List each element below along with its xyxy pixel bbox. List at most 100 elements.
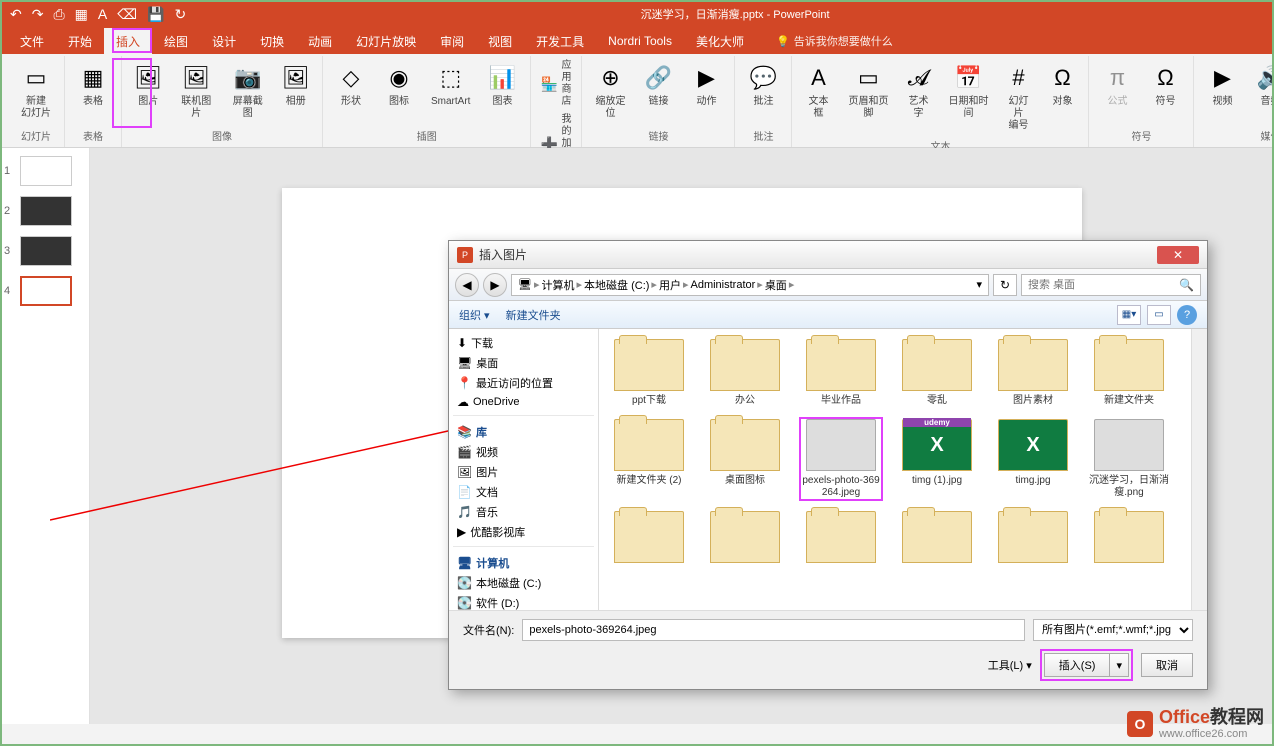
tree-item[interactable]: 🎬视频 [453,442,594,462]
tree-item[interactable]: ⬇下载 [453,333,594,353]
tree-item[interactable]: 📄文档 [453,482,594,502]
tree-header[interactable]: 🖥计算机 [453,553,594,573]
insert-dropdown-button[interactable]: ▾ [1109,653,1129,677]
file-item[interactable]: 沉迷学习，日渐消瘦.png [1087,417,1171,501]
ribbon-button[interactable]: #幻灯片编号 [998,58,1038,136]
tree-item[interactable]: ☁OneDrive [453,393,594,411]
grid-icon[interactable]: ▦ [75,6,88,23]
tree-item[interactable]: 💽本地磁盘 (C:) [453,573,594,593]
qat-icon[interactable]: A [98,6,107,23]
tree-header[interactable]: 📚库 [453,422,594,442]
slide-thumbnail[interactable]: 1 [4,156,85,186]
ribbon-button[interactable]: 🔊音频 [1248,58,1274,112]
new-folder-button[interactable]: 新建文件夹 [506,307,561,323]
ribbon-button[interactable]: ▭页眉和页脚 [842,58,894,124]
file-item[interactable] [799,509,883,565]
search-box[interactable]: 🔍 [1021,274,1201,296]
slide-thumbnail[interactable]: 2 [4,196,85,226]
refresh-icon[interactable]: ↻ [174,6,186,23]
tree-item[interactable]: 📍最近访问的位置 [453,373,594,393]
tools-menu[interactable]: 工具(L) ▾ [988,657,1032,673]
ribbon-button[interactable]: 🖼联机图片 [172,58,220,124]
tree-item[interactable]: 💽软件 (D:) [453,593,594,610]
ribbon-button[interactable]: ▶动作 [684,58,728,112]
tree-item[interactable]: 🖼图片 [453,462,594,482]
ribbon-button[interactable]: 📅日期和时间 [942,58,994,124]
tab-beautify[interactable]: 美化大师 [684,28,756,55]
undo-icon[interactable]: ↶ [10,6,22,23]
ribbon-button[interactable]: ◉图标 [377,58,421,112]
ribbon-button[interactable]: A文本框 [798,58,838,124]
slide-thumbnail[interactable]: 4 [4,276,85,306]
file-filter-select[interactable]: 所有图片(*.emf;*.wmf;*.jpg;*.jp [1033,619,1193,641]
tab-animations[interactable]: 动画 [296,28,344,55]
file-item[interactable]: 办公 [703,337,787,409]
file-item[interactable] [607,509,691,565]
tab-file[interactable]: 文件 [8,28,56,55]
ribbon-button[interactable]: 🔗链接 [636,58,680,112]
ribbon-button[interactable]: 📊图表 [480,58,524,112]
file-item[interactable]: 桌面图标 [703,417,787,501]
tell-me-search[interactable]: 💡告诉我你想要做什么 [776,33,893,49]
slide-thumbnail[interactable]: 3 [4,236,85,266]
scrollbar[interactable] [1191,329,1207,610]
file-item[interactable]: pexels-photo-369264.jpeg [799,417,883,501]
file-item[interactable]: Xudemytimg (1).jpg [895,417,979,501]
insert-button[interactable]: 插入(S) [1044,653,1110,677]
ribbon-button[interactable]: ▭新建幻灯片 [14,58,58,124]
tab-review[interactable]: 审阅 [428,28,476,55]
filename-input[interactable] [522,619,1025,641]
file-item[interactable]: 零乱 [895,337,979,409]
tab-design[interactable]: 设计 [200,28,248,55]
file-item[interactable]: 新建文件夹 [1087,337,1171,409]
file-item[interactable]: 图片素材 [991,337,1075,409]
ribbon-button[interactable]: ▶视频 [1200,58,1244,112]
file-item[interactable]: ppt下载 [607,337,691,409]
file-item[interactable]: 新建文件夹 (2) [607,417,691,501]
ribbon-button[interactable]: ⬚SmartArt [425,58,476,112]
cancel-button[interactable]: 取消 [1141,653,1193,677]
refresh-button[interactable]: ↻ [993,274,1017,296]
file-item[interactable] [1087,509,1171,565]
ribbon-button[interactable]: ▦表格 [71,58,115,112]
ribbon-button[interactable]: 🖼图片 [128,58,168,112]
breadcrumb[interactable]: 🖥 ▸计算机 ▸本地磁盘 (C:) ▸用户 ▸Administrator ▸桌面… [511,274,989,296]
tab-developer[interactable]: 开发工具 [524,28,596,55]
ribbon-button[interactable]: 🖼相册 [276,58,316,112]
preview-pane-button[interactable]: ▭ [1147,305,1171,325]
ribbon-button[interactable]: 📷屏幕截图 [224,58,272,124]
tab-transitions[interactable]: 切换 [248,28,296,55]
tab-slideshow[interactable]: 幻灯片放映 [344,28,428,55]
ribbon-button[interactable]: Ω对象 [1042,58,1082,112]
ribbon-button[interactable]: 🏪应用商店 [537,58,575,110]
save-icon[interactable]: 💾 [147,6,164,23]
tab-home[interactable]: 开始 [56,28,104,55]
tree-item[interactable]: 🖥桌面 [453,353,594,373]
file-item[interactable] [991,509,1075,565]
tab-view[interactable]: 视图 [476,28,524,55]
view-mode-button[interactable]: ▦▾ [1117,305,1141,325]
close-button[interactable]: ✕ [1157,246,1199,264]
ribbon-button[interactable]: π公式 [1095,58,1139,112]
search-input[interactable] [1028,279,1179,291]
search-icon[interactable]: 🔍 [1179,278,1194,292]
file-item[interactable]: 毕业作品 [799,337,883,409]
ribbon-button[interactable]: 𝓐艺术字 [898,58,938,124]
ribbon-button[interactable]: Ω符号 [1143,58,1187,112]
file-item[interactable] [895,509,979,565]
tab-draw[interactable]: 绘图 [152,28,200,55]
tab-insert[interactable]: 插入 [104,28,152,55]
file-item[interactable]: Xtimg.jpg [991,417,1075,501]
tree-item[interactable]: 🎵音乐 [453,502,594,522]
ribbon-button[interactable]: ◇形状 [329,58,373,112]
forward-button[interactable]: ▶ [483,273,507,297]
ribbon-button[interactable]: ⊕缩放定位 [588,58,632,124]
tree-item[interactable]: ▶优酷影视库 [453,522,594,542]
organize-menu[interactable]: 组织 ▾ [459,307,490,323]
redo-icon[interactable]: ↷ [32,6,44,23]
tab-nordri[interactable]: Nordri Tools [596,29,684,53]
help-button[interactable]: ? [1177,305,1197,325]
back-button[interactable]: ◀ [455,273,479,297]
ribbon-button[interactable]: 💬批注 [741,58,785,112]
file-item[interactable] [703,509,787,565]
